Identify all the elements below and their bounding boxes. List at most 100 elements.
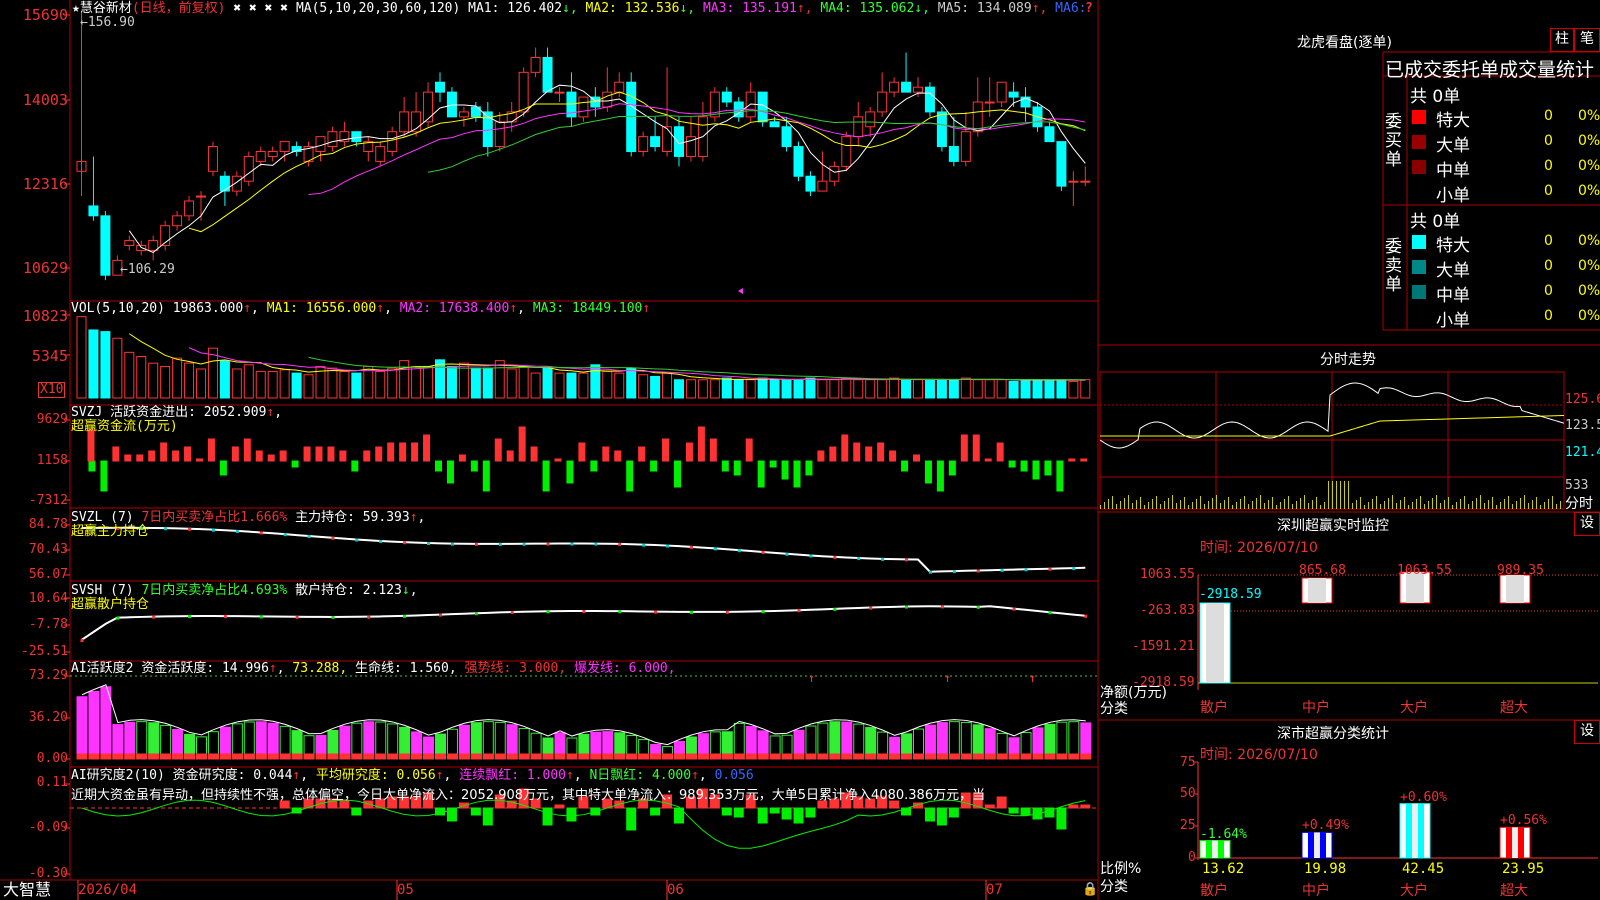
- ai1-base: [781, 753, 793, 760]
- svzl-dot: [737, 549, 741, 553]
- svzj-bar: [1056, 460, 1064, 492]
- svzj-header: SVZJ: [71, 405, 103, 420]
- svsh-dot: [188, 615, 192, 619]
- fenshi-vol-bar: [1556, 504, 1557, 509]
- ma-value-6: MA6:: [1047, 1, 1087, 16]
- order-row-label: 小单: [1436, 186, 1470, 206]
- vol-bar: [745, 379, 756, 399]
- vol-bar: [1044, 379, 1055, 399]
- bar-mode-button[interactable]: 柱: [1550, 28, 1574, 52]
- svzj-bar: [805, 460, 813, 476]
- sz-settings-button[interactable]: 设: [1574, 512, 1600, 536]
- ai1-base: [423, 753, 435, 760]
- price-tick-2: 14003: [22, 91, 68, 109]
- lock-icon[interactable]: 🔒: [1082, 882, 1098, 897]
- vol-bar: [363, 365, 374, 399]
- ai1-base: [877, 753, 889, 760]
- candle-body: [996, 81, 1007, 103]
- svzl-dot: [713, 547, 717, 551]
- svzj-bar: [721, 460, 729, 472]
- svsh-dot: [367, 615, 371, 619]
- ai1-base: [996, 753, 1008, 760]
- fenshi-vol-bar: [1472, 501, 1473, 509]
- fenshi-vol-bar: [1100, 505, 1101, 509]
- candle-body: [936, 111, 947, 148]
- fenshi-vol-bar: [1356, 500, 1357, 509]
- order-row-pct: 0%: [1578, 183, 1600, 199]
- ai1-bar: [243, 721, 255, 760]
- fenshi-vol-bar: [1504, 499, 1505, 509]
- fenshi-vol-bar: [1268, 500, 1269, 509]
- svzl-dot: [881, 557, 885, 561]
- svzl-dot: [642, 543, 646, 547]
- vol-bar: [638, 374, 649, 399]
- ai2-bar: [984, 804, 995, 809]
- sell-side-label: 委卖单: [1385, 237, 1402, 295]
- ai1-base: [148, 753, 160, 760]
- close-x-icon[interactable]: ?: [1085, 1, 1093, 16]
- fenshi-vol-bar: [1468, 504, 1469, 509]
- svzl-hold: 主力持仓: 59.393: [295, 510, 410, 525]
- svzj-bar: [996, 442, 1004, 462]
- tick-mode-button[interactable]: 笔: [1574, 28, 1600, 52]
- cls-settings-button[interactable]: 设: [1574, 720, 1600, 744]
- candle-body: [172, 215, 183, 227]
- ai1-base: [662, 753, 674, 760]
- ai1-base: [685, 753, 697, 760]
- ai2-bar: [482, 807, 493, 826]
- fenshi-vol-bar: [1212, 498, 1213, 509]
- order-row-pct: 0%: [1578, 133, 1600, 149]
- svzl-dot: [450, 542, 454, 546]
- vol-bar: [984, 379, 995, 399]
- vol-bar: [662, 372, 673, 399]
- svzl-dot: [164, 527, 168, 531]
- ai1-base: [172, 753, 184, 760]
- svzl-tick-1: 84.78: [28, 517, 68, 532]
- candle-body: [399, 111, 410, 133]
- ai2-comment: 近期大资金虽有异动，但持续性不强，总体偏空，今日大单净流入：2052.908万元…: [71, 788, 986, 803]
- vol-bar: [387, 367, 398, 399]
- date-label-may: 05: [397, 882, 414, 898]
- vol-bar: [243, 364, 254, 399]
- vol-bar: [279, 369, 290, 399]
- fenshi-vol-bar: [1508, 496, 1509, 509]
- fenshi-vol-bar: [1436, 495, 1437, 509]
- vol-bar: [769, 379, 780, 399]
- order-row-count: 0: [1544, 283, 1553, 299]
- svzj-bar: [411, 442, 419, 462]
- ai2-bar: [554, 804, 565, 809]
- svzj-bar: [865, 446, 873, 462]
- ai2-b: 平均研究度: 0.056: [315, 768, 436, 783]
- ma-header: MA(5,10,20,30,60,120): [295, 1, 461, 16]
- svzj-bar: [697, 426, 705, 462]
- vol-bar: [482, 367, 493, 399]
- svzj-bar: [733, 460, 741, 476]
- fenshi-vol-bar: [1296, 501, 1297, 509]
- svsh-dot: [905, 605, 909, 609]
- candle-body: [984, 101, 995, 104]
- kline-chart[interactable]: ↑ ↑ ↑: [0, 0, 1600, 900]
- svzl-dot: [666, 544, 670, 548]
- buy-total: 共 0单: [1410, 87, 1461, 107]
- fenshi-vol-bar: [1240, 499, 1241, 509]
- ai1-base: [960, 753, 972, 760]
- fenshi-vol-bar: [1548, 499, 1549, 509]
- ai1-base: [530, 753, 542, 760]
- vol-bar: [1008, 380, 1019, 399]
- svzl-dot: [427, 542, 431, 546]
- svsh-dot: [797, 609, 801, 613]
- svzj-bar: [542, 460, 550, 492]
- sz-tick-1: 1063.55: [1140, 567, 1195, 582]
- svzj-bar: [399, 442, 407, 462]
- ai2-bar: [924, 807, 935, 822]
- fenshi-vol-bar: [1412, 502, 1413, 509]
- svzj-bar: [375, 446, 383, 462]
- candle-body: [650, 136, 661, 148]
- sz-bar-shade: [1308, 578, 1326, 603]
- fenshi-vol-bar: [1416, 499, 1417, 509]
- fenshi-vol-bar: [1328, 481, 1329, 509]
- svzj-bar: [948, 460, 956, 476]
- vol-bar: [231, 368, 242, 399]
- vol-bar: [578, 372, 589, 399]
- candle-body: [721, 91, 732, 103]
